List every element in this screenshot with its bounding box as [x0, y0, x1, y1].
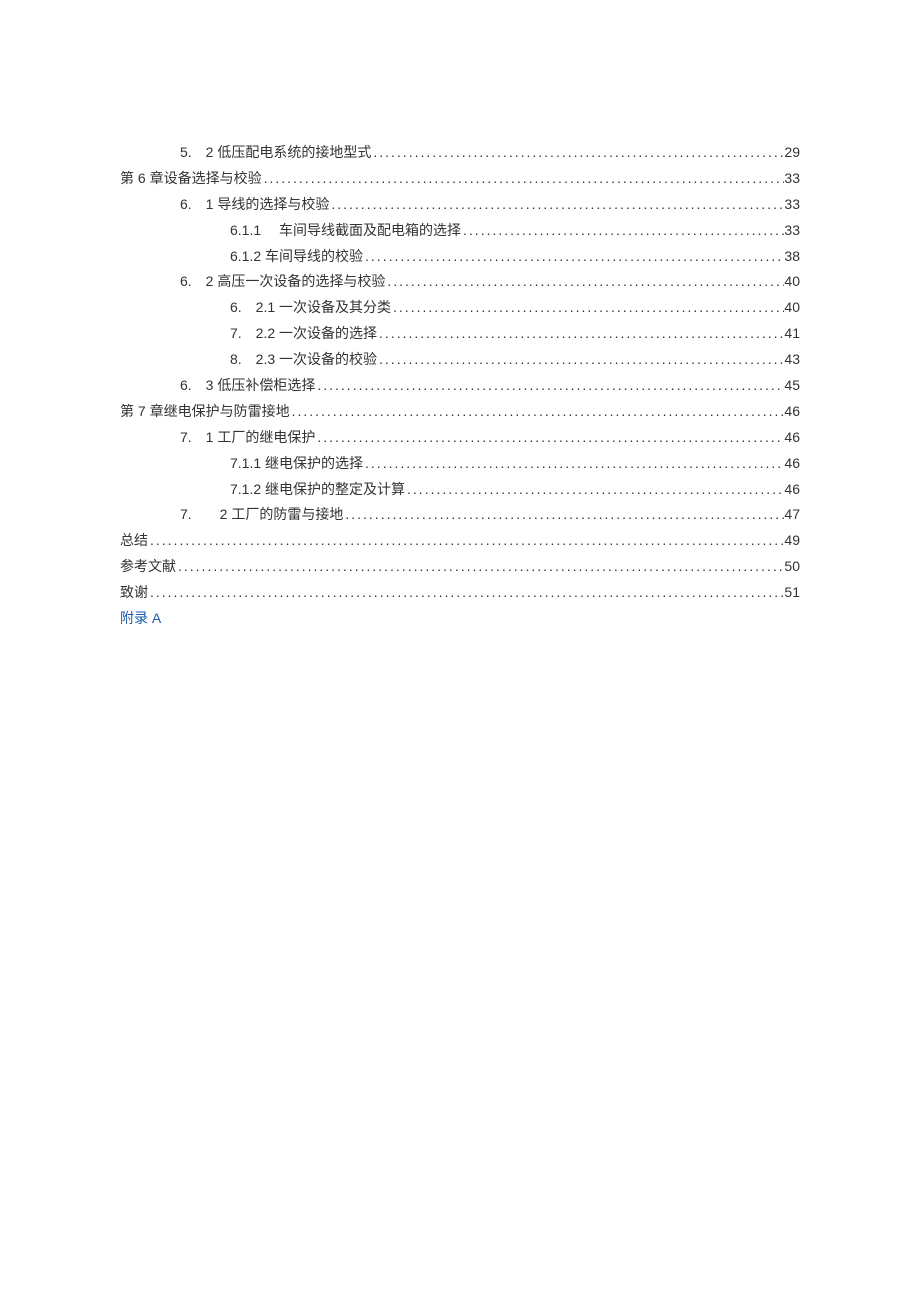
appendix-link[interactable]: 附录 A [120, 606, 800, 632]
toc-entry: 8. 2.3 一次设备的校验 43 [120, 347, 800, 373]
leader-dots [315, 373, 784, 399]
toc-page: 33 [784, 192, 800, 218]
toc-page: 47 [784, 502, 800, 528]
toc-page: 40 [784, 269, 800, 295]
toc-page: 50 [784, 554, 800, 580]
appendix-label: 附录 A [120, 606, 161, 632]
leader-dots [363, 244, 784, 270]
toc-entry: 7. 2 工厂的防雷与接地 47 [120, 502, 800, 528]
toc-page: 46 [784, 477, 800, 503]
leader-dots [377, 347, 784, 373]
leader-dots [385, 269, 784, 295]
toc-label: 7. 2.2 一次设备的选择 [230, 321, 377, 347]
toc-label: 6. 3 低压补偿柜选择 [180, 373, 315, 399]
document-page: 5. 2 低压配电系统的接地型式 29 第 6 章设备选择与校验 33 6. 1… [0, 0, 920, 632]
toc-entry: 6. 2.1 一次设备及其分类 40 [120, 295, 800, 321]
toc-entry: 7.1.2 继电保护的整定及计算 46 [120, 477, 800, 503]
toc-entry: 总结 49 [120, 528, 800, 554]
toc-label: 6. 2.1 一次设备及其分类 [230, 295, 391, 321]
leader-dots [461, 218, 784, 244]
leader-dots [148, 580, 784, 606]
toc-label: 8. 2.3 一次设备的校验 [230, 347, 377, 373]
toc-label: 致谢 [120, 580, 148, 606]
toc-page: 33 [784, 218, 800, 244]
toc-label: 7. 2 工厂的防雷与接地 [180, 502, 343, 528]
toc-label: 6.1.1 车间导线截面及配电箱的选择 [230, 218, 461, 244]
toc-label: 第 6 章设备选择与校验 [120, 166, 262, 192]
toc-label: 6. 2 高压一次设备的选择与校验 [180, 269, 385, 295]
leader-dots [315, 425, 784, 451]
toc-page: 43 [784, 347, 800, 373]
toc-label: 7. 1 工厂的继电保护 [180, 425, 315, 451]
leader-dots [371, 140, 784, 166]
leader-dots [176, 554, 784, 580]
toc-label: 7.1.2 继电保护的整定及计算 [230, 477, 405, 503]
toc-label: 参考文献 [120, 554, 176, 580]
leader-dots [290, 399, 785, 425]
toc-entry: 6. 2 高压一次设备的选择与校验 40 [120, 269, 800, 295]
toc-label: 6. 1 导线的选择与校验 [180, 192, 329, 218]
toc-page: 33 [784, 166, 800, 192]
leader-dots [343, 502, 784, 528]
toc-page: 38 [784, 244, 800, 270]
toc-page: 29 [784, 140, 800, 166]
toc-entry: 致谢 51 [120, 580, 800, 606]
toc-page: 46 [784, 451, 800, 477]
leader-dots [262, 166, 785, 192]
leader-dots [405, 477, 784, 503]
toc-entry: 7. 2.2 一次设备的选择 41 [120, 321, 800, 347]
toc-entry: 6. 1 导线的选择与校验 33 [120, 192, 800, 218]
toc-page: 49 [784, 528, 800, 554]
toc-entry: 第 6 章设备选择与校验 33 [120, 166, 800, 192]
leader-dots [329, 192, 784, 218]
toc-entry: 6.1.1 车间导线截面及配电箱的选择 33 [120, 218, 800, 244]
toc-page: 46 [784, 425, 800, 451]
toc-page: 46 [784, 399, 800, 425]
toc-entry: 7. 1 工厂的继电保护 46 [120, 425, 800, 451]
toc-label: 第 7 章继电保护与防雷接地 [120, 399, 290, 425]
toc-entry: 6. 3 低压补偿柜选择 45 [120, 373, 800, 399]
toc-entry: 第 7 章继电保护与防雷接地 46 [120, 399, 800, 425]
toc-entry: 参考文献 50 [120, 554, 800, 580]
toc-label: 7.1.1 继电保护的选择 [230, 451, 363, 477]
leader-dots [363, 451, 784, 477]
toc-page: 45 [784, 373, 800, 399]
toc-page: 51 [784, 580, 800, 606]
toc-page: 40 [784, 295, 800, 321]
toc-label: 6.1.2 车间导线的校验 [230, 244, 363, 270]
toc-entry: 7.1.1 继电保护的选择 46 [120, 451, 800, 477]
toc-entry: 6.1.2 车间导线的校验 38 [120, 244, 800, 270]
toc-page: 41 [784, 321, 800, 347]
leader-dots [391, 295, 784, 321]
leader-dots [377, 321, 784, 347]
leader-dots [148, 528, 784, 554]
toc-label: 总结 [120, 528, 148, 554]
toc-label: 5. 2 低压配电系统的接地型式 [180, 140, 371, 166]
toc-entry: 5. 2 低压配电系统的接地型式 29 [120, 140, 800, 166]
